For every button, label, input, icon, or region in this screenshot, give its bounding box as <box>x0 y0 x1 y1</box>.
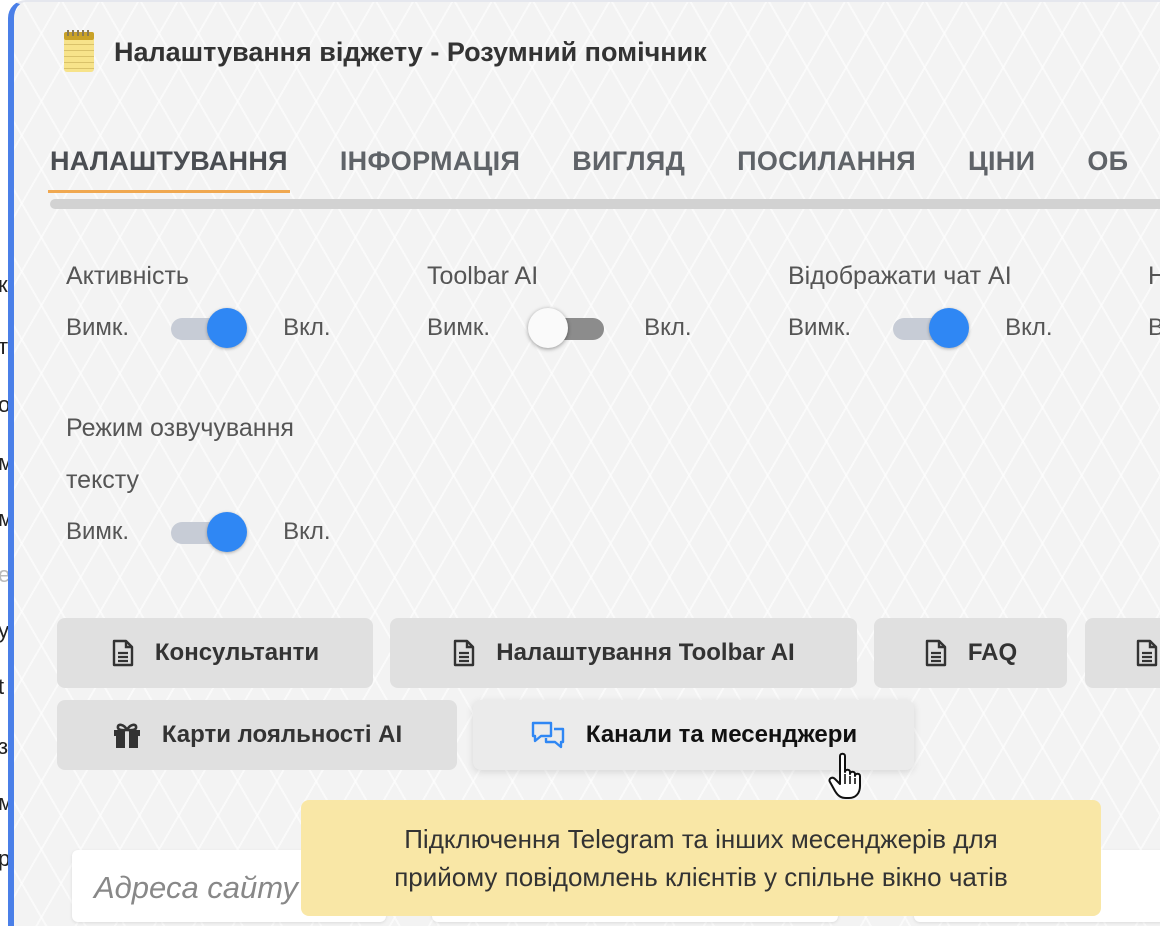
tab-links[interactable]: ПОСИЛАННЯ <box>737 142 916 193</box>
loyalty-cards-button[interactable]: Карти лояльності AI <box>57 700 457 770</box>
button-label: Налаштування Toolbar AI <box>496 639 795 666</box>
background-letter: к <box>0 272 8 297</box>
document-icon <box>924 639 948 667</box>
toggle-off-label: Вимк. <box>788 314 852 341</box>
toggle-on-label: Вкл. <box>644 314 692 341</box>
gift-icon <box>112 721 142 749</box>
background-letter: t <box>0 674 5 699</box>
document-icon <box>452 639 476 667</box>
tooltip-line2: прийому повідомлень клієнтів у спільне в… <box>394 862 1008 892</box>
channels-tooltip: Підключення Telegram та інших месенджері… <box>301 800 1101 916</box>
toggle-label: Toolbar AI <box>427 262 539 290</box>
tab-scrollbar[interactable] <box>50 199 1160 209</box>
button-label: Канали та месенджери <box>585 721 858 748</box>
button-label: Карти лояльності AI <box>161 721 403 748</box>
toggle-off-label: Вимк. <box>66 314 130 341</box>
button-label: FAQ <box>967 639 1018 666</box>
toggle-activity: Активність Вимк. Вкл. <box>66 250 331 354</box>
tab-settings[interactable]: НАЛАШТУВАННЯ <box>48 142 290 193</box>
activity-switch[interactable] <box>167 306 248 350</box>
toggle-cutoff: Н В <box>1148 250 1160 354</box>
toggle-label-line1: Режим озвучування <box>66 414 294 442</box>
toggle-label: Активність <box>66 262 189 290</box>
window-title: Налаштування віджету - Розумний помічник <box>114 36 707 67</box>
toggle-off-label: Вимк. <box>427 314 491 341</box>
cutoff-button[interactable] <box>1085 618 1160 688</box>
widget-settings-window: Налаштування віджету - Розумний помічник… <box>8 0 1160 926</box>
toggle-label-line2: тексту <box>66 466 140 494</box>
toggle-show-chat-ai: Відображати чат AI Вимк. Вкл. <box>788 250 1053 354</box>
toolbar-ai-switch[interactable] <box>528 306 608 350</box>
background-letter: т <box>0 334 9 359</box>
toggle-off-label: В <box>1148 314 1160 342</box>
tab-appearance[interactable]: ВИГЛЯД <box>572 142 685 193</box>
tab-prices[interactable]: ЦІНИ <box>968 142 1035 193</box>
toggle-off-label: Вимк. <box>66 518 130 545</box>
toggle-toolbar-ai: Toolbar AI Вимк. Вкл. <box>427 250 692 354</box>
tab-bar: НАЛАШТУВАННЯ ІНФОРМАЦІЯ ВИГЛЯД ПОСИЛАННЯ… <box>48 142 1160 193</box>
document-icon <box>1135 639 1159 667</box>
toggle-label: Н <box>1148 250 1160 302</box>
hand-cursor-icon <box>826 752 870 805</box>
toggle-on-label: Вкл. <box>283 314 331 341</box>
notepad-icon <box>64 30 94 72</box>
toggle-label: Відображати чат AI <box>788 262 1012 290</box>
toggle-on-label: Вкл. <box>1005 314 1053 341</box>
toolbar-ai-settings-button[interactable]: Налаштування Toolbar AI <box>390 618 857 688</box>
tab-more[interactable]: ОБ <box>1087 142 1128 193</box>
show-chat-ai-switch[interactable] <box>889 306 970 350</box>
toggle-on-label: Вкл. <box>283 518 331 545</box>
toggle-text-voicing: Режим озвучування тексту Вимк. Вкл. <box>66 402 331 558</box>
consultants-button[interactable]: Консультанти <box>57 618 373 688</box>
faq-button[interactable]: FAQ <box>874 618 1067 688</box>
window-header: Налаштування віджету - Розумний помічник <box>64 30 707 72</box>
background-letter: з <box>0 734 9 759</box>
text-voicing-switch[interactable] <box>167 510 248 554</box>
document-icon <box>111 639 135 667</box>
button-label: Консультанти <box>154 639 320 666</box>
tooltip-line1: Підключення Telegram та інших месенджері… <box>404 824 998 854</box>
chat-bubbles-icon <box>530 719 566 751</box>
tab-information[interactable]: ІНФОРМАЦІЯ <box>340 142 520 193</box>
